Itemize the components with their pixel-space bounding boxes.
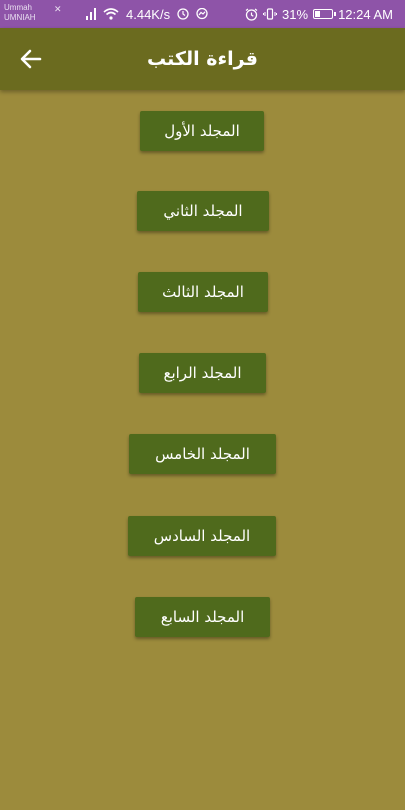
volume-4-button[interactable]: المجلد الرابع	[139, 353, 266, 393]
volume-2-button[interactable]: المجلد الثاني	[137, 191, 269, 231]
carrier-info: Ummah UMNIAH ✕	[4, 3, 62, 23]
volume-3-button[interactable]: المجلد الثالث	[138, 272, 268, 312]
status-time: 12:24 AM	[338, 6, 393, 22]
volume-5-button[interactable]: المجلد الخامس	[129, 434, 276, 474]
volume-6-button[interactable]: المجلد السادس	[128, 516, 276, 556]
signal-bars-icon	[86, 8, 96, 20]
network-speed: 4.44K/s	[126, 6, 171, 22]
vibrate-icon	[263, 8, 278, 20]
page-title: قراءة الكتب	[147, 48, 258, 70]
messenger-icon	[196, 8, 208, 20]
clock-icon	[177, 8, 189, 20]
battery-icon	[313, 9, 337, 19]
volume-7-button[interactable]: المجلد السابع	[135, 597, 270, 637]
carrier-line-2: UMNIAH	[4, 13, 36, 22]
carrier-line-1: Ummah	[4, 3, 33, 12]
status-bar: Ummah UMNIAH ✕ 4.44K/s 31% 12:24 AM	[0, 0, 405, 28]
wifi-icon	[103, 8, 119, 20]
volume-1-button[interactable]: المجلد الأول	[140, 111, 264, 151]
no-signal-icon: ✕	[54, 4, 62, 14]
app-bar: قراءة الكتب	[0, 28, 405, 90]
alarm-icon	[245, 8, 258, 21]
battery-percent: 31%	[282, 6, 309, 22]
